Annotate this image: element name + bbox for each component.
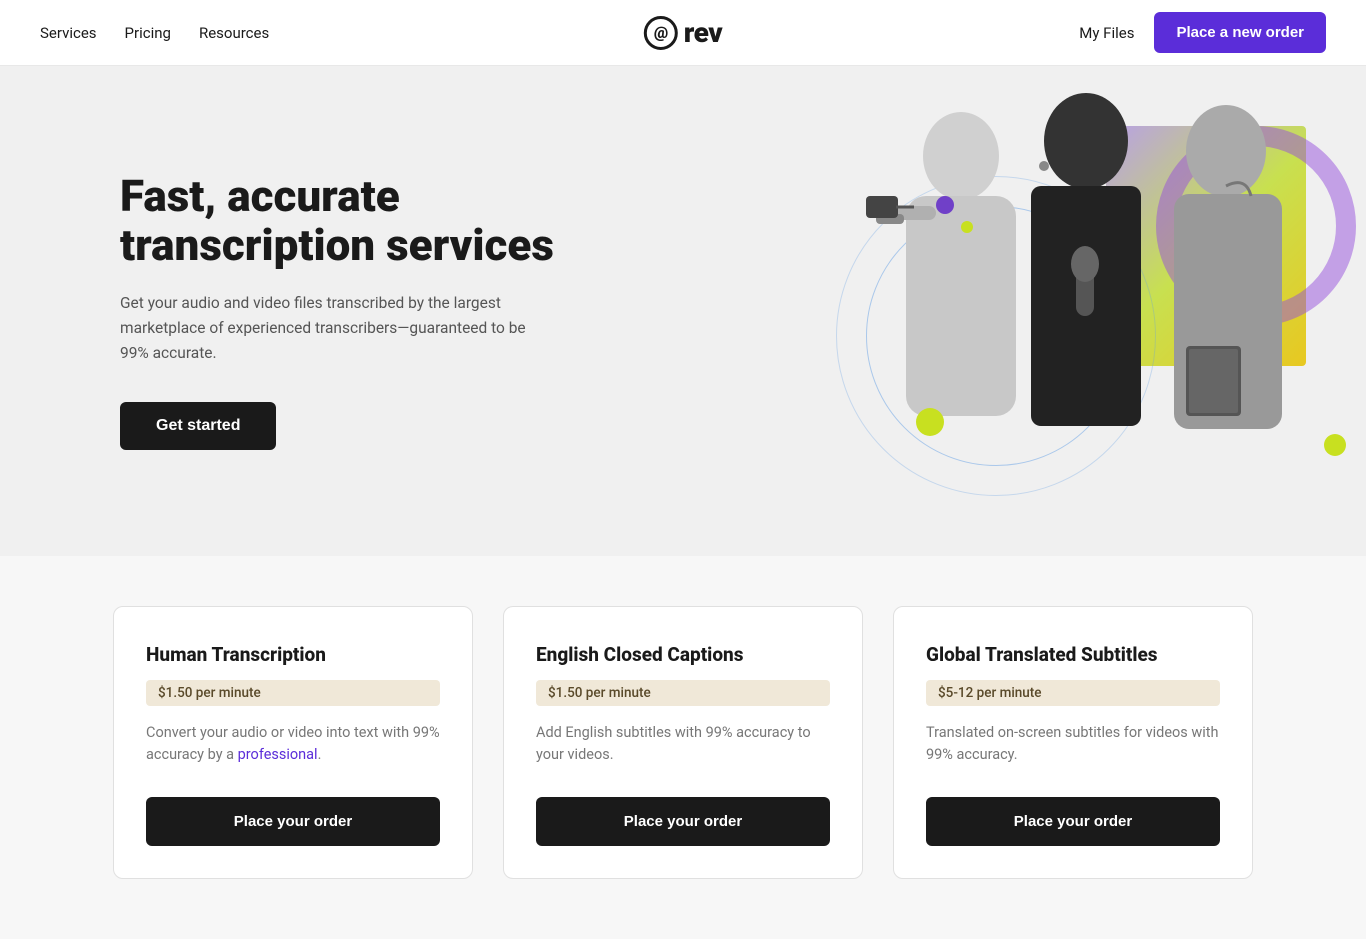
card-human-transcription: Human Transcription $1.50 per minute Con… (113, 606, 473, 879)
price-badge-3: $5-12 per minute (926, 680, 1220, 706)
navbar-right: My Files Place a new order (1079, 12, 1326, 53)
hero-dot-yellow2 (961, 221, 973, 233)
card-desc-3: Translated on-screen subtitles for video… (926, 722, 1220, 767)
navbar: Services Pricing Resources @ rev My File… (0, 0, 1366, 66)
price-badge-1: $1.50 per minute (146, 680, 440, 706)
card-desc-1: Convert your audio or video into text wi… (146, 722, 440, 767)
hero-content: Fast, accurate transcription services Ge… (120, 172, 640, 449)
price-badge-2: $1.50 per minute (536, 680, 830, 706)
my-files-link[interactable]: My Files (1079, 24, 1134, 42)
hero-people-illustration (806, 66, 1366, 556)
hero-subtitle: Get your audio and video files transcrib… (120, 291, 550, 365)
get-started-button[interactable]: Get started (120, 402, 276, 450)
hero-dot-yellow3 (1324, 434, 1346, 456)
pricing-link[interactable]: Pricing (125, 24, 171, 42)
hero-dot-yellow (916, 408, 944, 436)
place-order-card-1[interactable]: Place your order (146, 797, 440, 846)
card-english-captions: English Closed Captions $1.50 per minute… (503, 606, 863, 879)
logo[interactable]: @ rev (644, 16, 722, 50)
card-title-1: Human Transcription (146, 643, 440, 666)
card-title-2: English Closed Captions (536, 643, 830, 666)
logo-at-icon: @ (644, 16, 678, 50)
hero-image-area (806, 66, 1366, 556)
resources-link[interactable]: Resources (199, 24, 269, 42)
card-title-3: Global Translated Subtitles (926, 643, 1220, 666)
hero-section: Fast, accurate transcription services Ge… (0, 66, 1366, 556)
card-global-subtitles: Global Translated Subtitles $5-12 per mi… (893, 606, 1253, 879)
cards-section: Human Transcription $1.50 per minute Con… (0, 556, 1366, 939)
hero-title: Fast, accurate transcription services (120, 172, 640, 269)
place-order-card-3[interactable]: Place your order (926, 797, 1220, 846)
place-order-button[interactable]: Place a new order (1154, 12, 1326, 53)
hero-dot-purple (936, 196, 954, 214)
services-link[interactable]: Services (40, 24, 97, 42)
professional-link[interactable]: professional (238, 746, 318, 763)
place-order-card-2[interactable]: Place your order (536, 797, 830, 846)
logo-text: rev (684, 16, 722, 49)
card-desc-2: Add English subtitles with 99% accuracy … (536, 722, 830, 767)
navbar-left: Services Pricing Resources (40, 24, 269, 42)
